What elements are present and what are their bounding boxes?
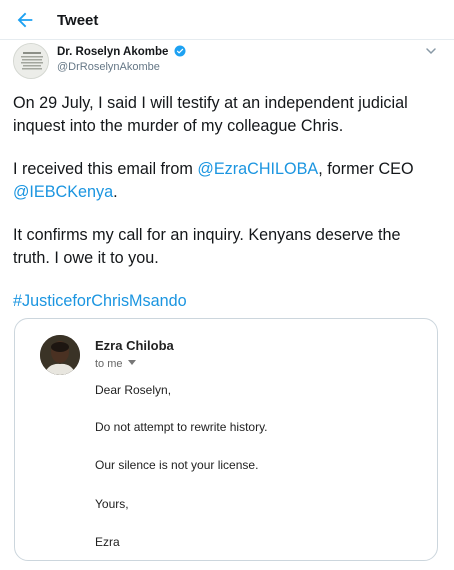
tweet-text-line: truth. I owe it to you.	[13, 249, 159, 267]
tweet-text: .	[113, 183, 118, 201]
caret-down-icon	[127, 360, 136, 365]
tweet-text-line: I received this email from @EzraCHILOBA,…	[13, 158, 414, 181]
author-handle[interactable]: @DrRoselynAkombe	[57, 61, 160, 73]
email-signature: Ezra	[95, 535, 120, 549]
mention-link-iebckenya[interactable]: @IEBCKenya	[13, 183, 113, 201]
sender-photo	[40, 335, 80, 375]
email-greeting: Dear Roselyn,	[95, 383, 172, 397]
tweet-text-line: It confirms my call for an inquiry. Keny…	[13, 226, 401, 244]
verified-badge-icon	[174, 45, 186, 57]
author-name[interactable]: Dr. Roselyn Akombe	[57, 45, 186, 58]
email-recipient: to me	[95, 358, 136, 370]
top-bar: Tweet	[0, 0, 454, 40]
email-image[interactable]: Ezra Chiloba to me Dear Roselyn, Do not …	[14, 318, 438, 561]
email-sender-name: Ezra Chiloba	[95, 338, 174, 353]
tweet-text-line: @IEBCKenya.	[13, 181, 118, 204]
email-body-line: Do not attempt to rewrite history.	[95, 420, 268, 434]
email-body-line: Our silence is not your license.	[95, 458, 259, 472]
arrow-left-icon[interactable]	[14, 9, 36, 31]
tweet-text-line: inquest into the murder of my colleague …	[13, 117, 344, 135]
email-recipient-text: to me	[95, 358, 123, 370]
author-name-text[interactable]: Dr. Roselyn Akombe	[57, 46, 168, 58]
mention-link-ezrachiloba[interactable]: @EzraCHILOBA	[197, 160, 318, 178]
chevron-down-icon[interactable]	[425, 46, 437, 56]
tweet-text: , former CEO	[318, 160, 414, 178]
email-closing: Yours,	[95, 497, 129, 511]
avatar[interactable]	[13, 43, 49, 79]
hashtag-link[interactable]: #JusticeforChrisMsando	[13, 290, 187, 313]
tweet-text-line: On 29 July, I said I will testify at an …	[13, 94, 408, 112]
page-title: Tweet	[57, 12, 99, 29]
tweet-text: I received this email from	[13, 160, 198, 178]
